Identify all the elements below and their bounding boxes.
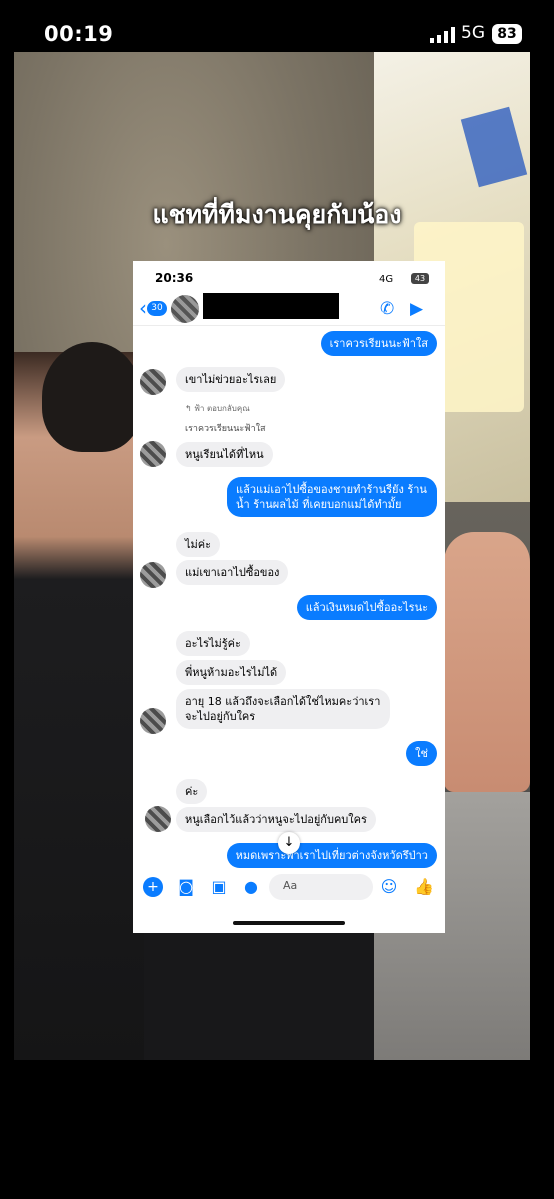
message-outgoing[interactable]: หมดเพราะพาเราไปเที่ยวต่างจังหวัดรึป่าว — [226, 843, 437, 868]
thumbs-up-icon[interactable]: 👍 — [414, 877, 434, 897]
person-left — [14, 352, 144, 1060]
signal-icon — [430, 27, 456, 43]
message-incoming[interactable]: หนูเรียนได้ที่ไหน — [176, 442, 273, 467]
message-incoming[interactable]: อายุ 18 แล้วถึงจะเลือกได้ใช่ไหมคะว่าเราจ… — [176, 689, 390, 729]
reply-indicator: ↰ ฟ้า ตอบกลับคุณ — [185, 404, 250, 413]
network-type: 5G — [461, 23, 485, 43]
message-incoming[interactable]: ไม่ค่ะ — [176, 532, 221, 557]
sender-avatar — [140, 562, 166, 588]
image-icon[interactable]: ▣ — [209, 877, 229, 897]
inner-network: 4G — [379, 274, 394, 285]
emoji-icon[interactable]: ☺ — [379, 877, 399, 897]
plus-icon[interactable]: + — [143, 877, 163, 897]
quoted-message[interactable]: เราควรเรียนนะฟ้าใส — [185, 421, 266, 435]
sender-avatar — [140, 369, 166, 395]
battery-indicator: 83 — [492, 24, 522, 44]
inner-status-time: 20:36 — [155, 271, 194, 285]
composer-toolbar: + ◙ ▣ ● Aa ☺ 👍 — [133, 871, 445, 903]
message-outgoing[interactable]: แล้วแม่เอาไปซื้อของชายทำร้านรียัง ร้านน้… — [227, 477, 437, 517]
person-hair — [42, 342, 142, 452]
sender-avatar — [140, 708, 166, 734]
message-incoming[interactable]: ค่ะ — [176, 779, 208, 804]
inner-battery: 43 — [411, 273, 429, 284]
background-person-right — [444, 532, 530, 792]
microphone-icon[interactable]: ● — [241, 877, 261, 897]
video-caption: แชทที่ทีมงานคุยกับน้อง — [152, 200, 402, 229]
phone-icon[interactable]: ✆ — [380, 299, 400, 319]
redacted-contact-name — [203, 293, 339, 319]
header-divider — [133, 325, 445, 326]
message-outgoing[interactable]: เราควรเรียนนะฟ้าใส — [320, 331, 437, 356]
sender-avatar — [145, 806, 171, 832]
message-incoming[interactable]: แม่เขาเอาไปซื้อของ — [176, 560, 289, 585]
arrow-down-icon[interactable]: ↓ — [278, 832, 300, 854]
chat-screenshot: 20:36 4G 43 ‹ 30 ✆ ▶ เราควรเรียนนะฟ้าใส … — [133, 261, 445, 933]
status-time: 00:19 — [44, 22, 114, 46]
contact-avatar[interactable] — [171, 295, 199, 323]
message-outgoing[interactable]: ใช่ — [406, 741, 437, 766]
video-camera-icon[interactable]: ▶ — [410, 299, 434, 319]
message-incoming[interactable]: อะไรไม่รู้ค่ะ — [176, 631, 250, 656]
camera-icon[interactable]: ◙ — [176, 877, 196, 897]
message-incoming[interactable]: เขาไม่ข่วยอะไรเลย — [176, 367, 286, 392]
home-indicator — [233, 921, 345, 925]
message-incoming[interactable]: พี่หนูห้ามอะไรไม่ได้ — [176, 660, 287, 685]
unread-badge: 30 — [147, 301, 167, 316]
message-input-placeholder: Aa — [283, 879, 298, 892]
message-incoming[interactable]: หนูเลือกไว้แล้วว่าหนูจะไปอยู่กับคบใคร — [176, 807, 376, 832]
message-outgoing[interactable]: แล้วเงินหมดไปซื้ออะไรนะ — [296, 595, 437, 620]
sender-avatar — [140, 441, 166, 467]
message-input[interactable]: Aa — [269, 874, 373, 900]
